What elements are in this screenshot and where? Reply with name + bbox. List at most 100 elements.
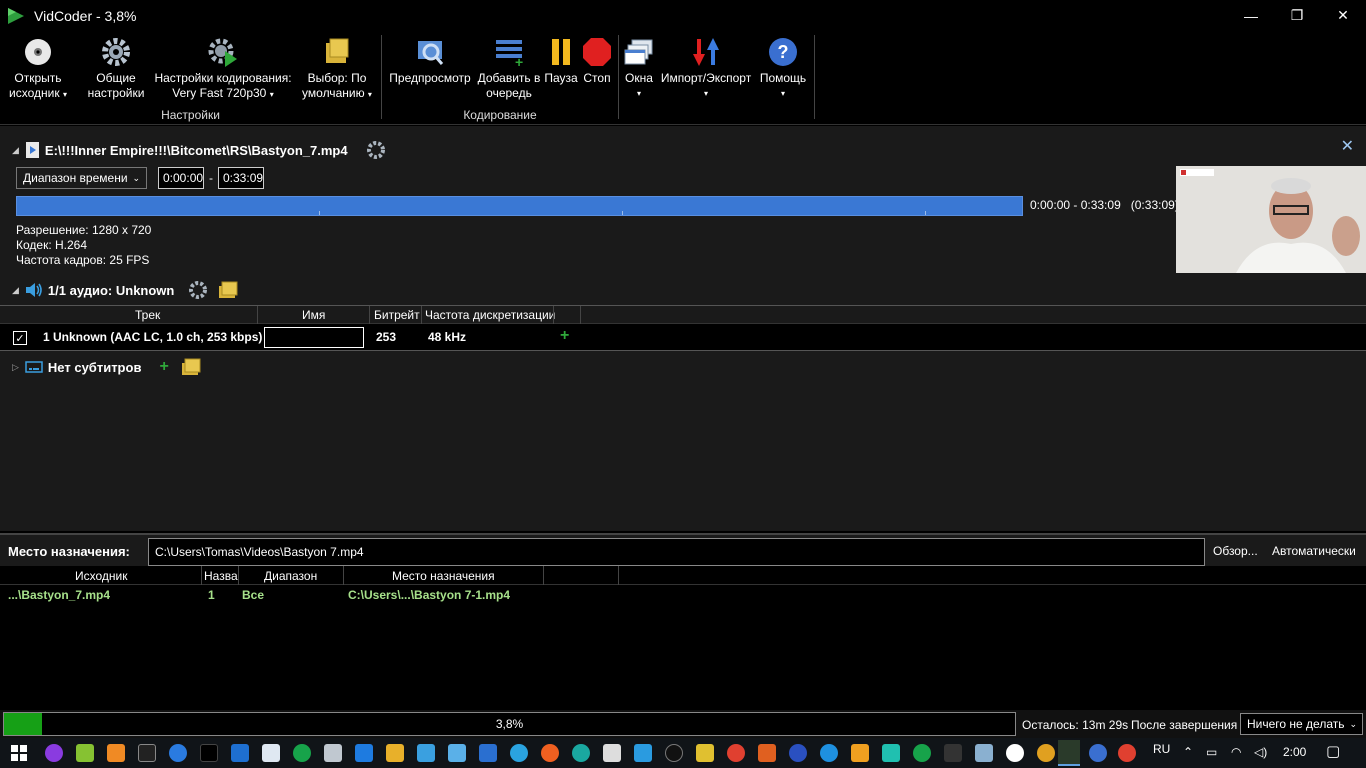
col-divider <box>343 566 344 585</box>
add-to-queue-button[interactable]: + Добавить в очередь <box>476 35 542 101</box>
pause-icon <box>552 39 570 65</box>
source-settings-gear-icon[interactable] <box>366 140 386 160</box>
chrome-icon[interactable] <box>1118 744 1136 762</box>
app-icon[interactable] <box>696 744 714 762</box>
encoding-settings-button[interactable]: Настройки кодирования: Very Fast 720p30 … <box>152 35 294 102</box>
general-settings-button[interactable]: Общие настройки <box>82 35 150 101</box>
codec-text: Кодек: H.264 <box>16 238 88 252</box>
restore-button[interactable]: ❐ <box>1274 0 1320 31</box>
app-icon[interactable] <box>1006 744 1024 762</box>
add-audio-plus-icon[interactable]: + <box>560 327 569 345</box>
app-icon[interactable] <box>665 744 683 762</box>
app-icon[interactable] <box>169 744 187 762</box>
queue-row-range: Все <box>242 588 265 602</box>
subtitles-title: Нет субтитров <box>47 359 142 375</box>
col-samplerate[interactable]: Частота дискретизации <box>425 308 555 322</box>
col-track[interactable]: Трек <box>135 308 160 322</box>
audio-track-checkbox[interactable]: ✓ <box>13 331 27 345</box>
help-button[interactable]: ? Помощь ▾ <box>756 35 810 101</box>
end-time-input[interactable]: 0:33:09 <box>218 167 264 189</box>
preset-picker-button[interactable]: Выбор: По умолчанию ▾ <box>298 35 376 102</box>
app-icon[interactable] <box>634 744 652 762</box>
preview-button[interactable]: Предпросмотр <box>386 35 474 86</box>
app-icon[interactable] <box>231 744 249 762</box>
app-icon[interactable] <box>913 744 931 762</box>
queue-col-range[interactable]: Диапазон <box>264 569 317 583</box>
app-icon[interactable] <box>262 744 280 762</box>
import-export-button[interactable]: Импорт/Экспорт ▾ <box>658 35 754 101</box>
col-bitrate[interactable]: Битрейт <box>374 308 420 322</box>
queue-row[interactable]: ...\Bastyon_7.mp4 1 Все C:\Users\...\Bas… <box>0 587 1366 603</box>
chevron-down-icon: ▾ <box>269 90 274 99</box>
app-icon[interactable] <box>355 744 373 762</box>
app-icon[interactable] <box>1037 744 1055 762</box>
audio-samplerate: 48 kHz <box>428 330 467 344</box>
encoding-gear-icon <box>208 38 237 67</box>
start-time-input[interactable]: 0:00:00 <box>158 167 204 189</box>
open-source-button[interactable]: Открыть исходник ▾ <box>6 35 70 102</box>
pause-button[interactable]: Пауза <box>544 35 578 86</box>
source-path: E:\!!!Inner Empire!!!\Bitcomet\RS\Bastyo… <box>44 142 348 158</box>
app-icon[interactable] <box>1089 744 1107 762</box>
audio-settings-gear-icon[interactable] <box>188 280 208 300</box>
close-source-icon[interactable]: ✕ <box>1341 136 1354 156</box>
range-type-select[interactable]: Диапазон времени ⌄ <box>16 167 147 189</box>
destination-label: Место назначения: <box>8 544 130 559</box>
app-icon[interactable] <box>138 744 156 762</box>
subtitles-folder-icon[interactable] <box>181 358 201 376</box>
app-icon[interactable] <box>76 744 94 762</box>
app-icon[interactable] <box>758 744 776 762</box>
expand-triangle-icon[interactable]: ▷ <box>12 362 19 373</box>
app-icon[interactable] <box>789 744 807 762</box>
app-icon[interactable] <box>200 744 218 762</box>
tray-chevron-up-icon[interactable]: ⌃ <box>1183 745 1193 759</box>
app-icon[interactable] <box>324 744 342 762</box>
col-name[interactable]: Имя <box>302 308 325 322</box>
wifi-icon[interactable]: ◠ <box>1231 745 1241 759</box>
range-row: Диапазон времени ⌄ 0:00:00 - 0:33:09 <box>16 167 264 189</box>
app-icon[interactable] <box>293 744 311 762</box>
queue-col-title[interactable]: Назва <box>204 569 238 583</box>
destination-path-input[interactable]: C:\Users\Tomas\Videos\Bastyon 7.mp4 <box>148 538 1205 566</box>
telegram-icon[interactable] <box>510 744 528 762</box>
volume-icon[interactable]: ◁) <box>1254 745 1267 759</box>
stop-button[interactable]: Стоп <box>580 35 614 86</box>
auto-destination-button[interactable]: Автоматически <box>1272 544 1356 558</box>
app-icon[interactable] <box>882 744 900 762</box>
app-icon[interactable] <box>107 744 125 762</box>
audio-folder-icon[interactable] <box>218 281 238 299</box>
app-icon[interactable] <box>975 744 993 762</box>
app-icon[interactable] <box>820 744 838 762</box>
clock[interactable]: 2:00 <box>1283 745 1306 759</box>
app-icon[interactable] <box>541 744 559 762</box>
chrome-icon[interactable] <box>727 744 745 762</box>
app-icon[interactable] <box>45 744 63 762</box>
app-icon[interactable] <box>479 744 497 762</box>
file-explorer-icon[interactable] <box>386 744 404 762</box>
time-range-bar[interactable] <box>16 196 1023 216</box>
notifications-icon[interactable]: ▢ <box>1326 742 1340 760</box>
col-divider <box>238 566 239 585</box>
windows-menu-button[interactable]: Окна ▾ <box>622 35 656 101</box>
battery-icon[interactable]: ▭ <box>1206 745 1217 759</box>
minimize-button[interactable]: — <box>1228 0 1274 31</box>
destination-bar: Место назначения: C:\Users\Tomas\Videos\… <box>0 533 1366 566</box>
app-icon[interactable] <box>944 744 962 762</box>
app-icon[interactable] <box>417 744 435 762</box>
collapse-triangle-icon[interactable]: ◢ <box>12 285 19 296</box>
app-icon[interactable] <box>851 744 869 762</box>
app-icon[interactable] <box>448 744 466 762</box>
collapse-triangle-icon[interactable]: ◢ <box>12 145 19 156</box>
after-completion-select[interactable]: Ничего не делать ⌄ <box>1240 713 1363 735</box>
app-icon[interactable] <box>603 744 621 762</box>
queue-col-source[interactable]: Исходник <box>75 569 127 583</box>
windows-start-icon[interactable] <box>10 744 28 762</box>
app-icon[interactable] <box>572 744 590 762</box>
add-subtitle-plus-icon[interactable]: + <box>159 358 168 376</box>
browse-button[interactable]: Обзор... <box>1213 544 1258 558</box>
audio-name-input[interactable] <box>264 327 364 348</box>
language-indicator[interactable]: RU <box>1153 742 1170 756</box>
vidcoder-taskbar-icon[interactable] <box>1058 740 1080 766</box>
close-button[interactable]: ✕ <box>1320 0 1366 31</box>
queue-col-dest[interactable]: Место назначения <box>392 569 495 583</box>
